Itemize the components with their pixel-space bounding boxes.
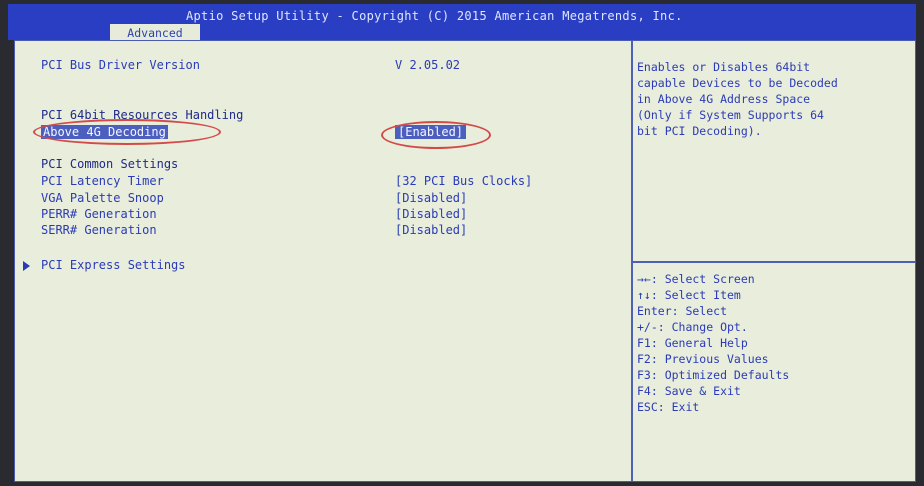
bios-screen: Aptio Setup Utility - Copyright (C) 2015… bbox=[0, 0, 924, 486]
perr-generation-label[interactable]: PERR# Generation bbox=[41, 207, 157, 221]
highlight-ellipse-value bbox=[381, 121, 491, 149]
window-title: Aptio Setup Utility - Copyright (C) 2015… bbox=[186, 9, 683, 23]
serr-generation-label[interactable]: SERR# Generation bbox=[41, 223, 157, 237]
pci-latency-timer-label[interactable]: PCI Latency Timer bbox=[41, 174, 164, 188]
help-line: in Above 4G Address Space bbox=[637, 92, 811, 106]
key-select-item: ↑↓: Select Item bbox=[637, 288, 741, 302]
vga-palette-snoop-label[interactable]: VGA Palette Snoop bbox=[41, 191, 164, 205]
help-line: bit PCI Decoding). bbox=[637, 124, 762, 138]
key-select-screen: →←: Select Screen bbox=[637, 272, 755, 286]
main-panel: PCI Bus Driver Version V 2.05.02 PCI 64b… bbox=[14, 40, 916, 482]
pci-express-settings-submenu[interactable]: PCI Express Settings bbox=[41, 258, 186, 272]
help-panel: Enables or Disables 64bit capable Device… bbox=[637, 59, 907, 139]
highlight-ellipse-label bbox=[33, 119, 221, 145]
settings-area: PCI Bus Driver Version V 2.05.02 PCI 64b… bbox=[15, 41, 631, 481]
pci-latency-timer-value[interactable]: [32 PCI Bus Clocks] bbox=[395, 174, 532, 188]
serr-generation-value[interactable]: [Disabled] bbox=[395, 223, 467, 237]
key-legend: →←: Select Screen ↑↓: Select Item Enter:… bbox=[637, 271, 907, 415]
key-general-help: F1: General Help bbox=[637, 336, 748, 350]
key-enter-select: Enter: Select bbox=[637, 304, 728, 318]
key-exit: ESC: Exit bbox=[637, 400, 700, 414]
pci-bus-driver-version-label: PCI Bus Driver Version bbox=[41, 58, 200, 72]
key-optimized-defaults: F3: Optimized Defaults bbox=[637, 368, 790, 382]
submenu-arrow-icon bbox=[23, 261, 30, 271]
help-line: Enables or Disables 64bit bbox=[637, 60, 811, 74]
help-line: capable Devices to be Decoded bbox=[637, 76, 838, 90]
key-previous-values: F2: Previous Values bbox=[637, 352, 769, 366]
title-bar: Aptio Setup Utility - Copyright (C) 2015… bbox=[8, 4, 916, 42]
pci-common-heading: PCI Common Settings bbox=[41, 157, 179, 171]
key-change-option: +/-: Change Opt. bbox=[637, 320, 748, 334]
pci-bus-driver-version-value: V 2.05.02 bbox=[395, 58, 461, 72]
perr-generation-value[interactable]: [Disabled] bbox=[395, 207, 467, 221]
panel-divider-horizontal bbox=[633, 261, 915, 263]
help-line: (Only if System Supports 64 bbox=[637, 108, 824, 122]
key-save-exit: F4: Save & Exit bbox=[637, 384, 741, 398]
vga-palette-snoop-value[interactable]: [Disabled] bbox=[395, 191, 467, 205]
